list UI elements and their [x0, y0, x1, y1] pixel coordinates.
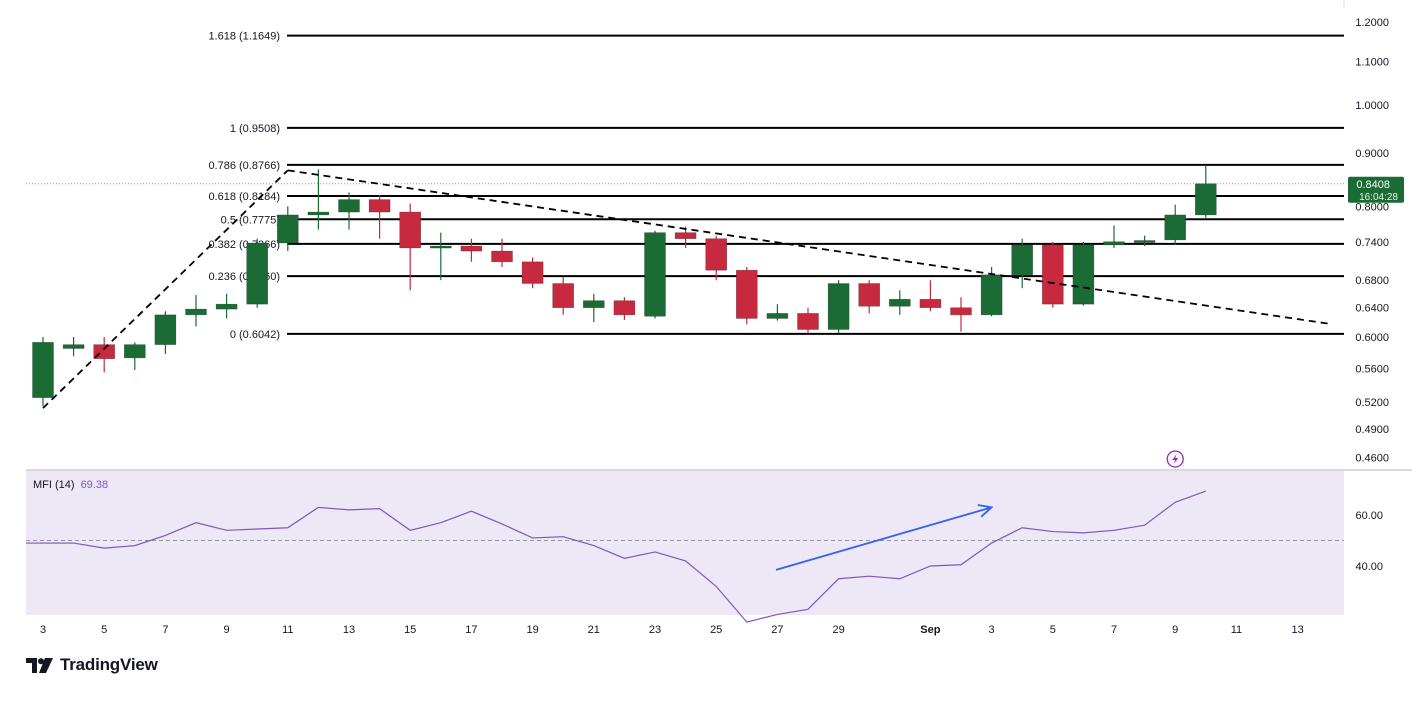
- time-tick-label: 11: [1231, 624, 1242, 636]
- candle-down: [521, 261, 544, 284]
- price-tick-label: 0.8000: [1355, 201, 1389, 213]
- candle-down: [797, 313, 819, 330]
- fibonacci-levels: 1.618 (1.1649) 1 (0.9508) 0.786 (0.8766) 0.…: [208, 31, 1344, 341]
- candle-up: [338, 199, 360, 213]
- candle-down: [950, 307, 972, 316]
- candle-down: [552, 283, 575, 308]
- price-tick-label: 0.4900: [1355, 424, 1389, 436]
- time-tick-label: 19: [526, 624, 538, 636]
- candle-up: [215, 303, 238, 310]
- candle-down: [674, 232, 697, 239]
- mfi-background: [26, 471, 1344, 615]
- candle-down: [705, 238, 728, 271]
- time-tick-label: 21: [588, 624, 600, 636]
- candle-up: [1103, 241, 1125, 246]
- candle-up: [582, 300, 605, 308]
- price-tick-label: 0.6800: [1355, 275, 1389, 287]
- price-axis: 1.2000 1.1000 1.0000 0.9000 0.8000 0.7400 0.68…: [1166, 17, 1389, 468]
- fib-level-label: 0.236 (0.6860): [208, 271, 280, 283]
- time-tick-label: 5: [101, 624, 107, 636]
- price-tag-countdown: 16:04:28: [1359, 192, 1398, 203]
- price-tick-label: 0.4600: [1355, 453, 1389, 465]
- last-price-tag: 0.840816:04:28: [1348, 176, 1404, 203]
- mfi-panel: 60.00 40.00: [26, 469, 1412, 623]
- candle-up: [827, 283, 850, 330]
- time-tick-label: 15: [404, 624, 416, 636]
- candle-down: [735, 269, 758, 319]
- candle-up: [1133, 240, 1156, 243]
- time-tick-label: 23: [649, 624, 661, 636]
- time-tick-label: 29: [832, 624, 844, 636]
- time-tick-label: 3: [40, 624, 46, 636]
- candle-down: [919, 298, 942, 308]
- fib-level-label: 0.786 (0.8766): [208, 160, 280, 172]
- candlestick-chart: 1.618 (1.1649) 1 (0.9508) 0.786 (0.8766) 0.…: [26, 0, 1412, 636]
- fib-level-label: 0.5 (0.7775): [221, 214, 280, 226]
- candle-up: [62, 344, 85, 349]
- brand-logo[interactable]: TradingView: [26, 655, 158, 675]
- price-tick-label: 1.0000: [1355, 100, 1389, 112]
- chart-root: 1.618 (1.1649) 1 (0.9508) 0.786 (0.8766) 0.…: [0, 0, 1412, 714]
- time-tick-label: 7: [162, 624, 168, 636]
- mfi-tick-label: 60.00: [1355, 510, 1383, 522]
- time-tick-label: 27: [771, 624, 783, 636]
- candle-up: [1164, 214, 1186, 241]
- candle-up: [1195, 183, 1217, 216]
- candle-up: [154, 314, 177, 345]
- price-tick-label: 0.7400: [1355, 237, 1389, 249]
- time-tick-label: Sep: [920, 624, 940, 636]
- candle-up: [307, 211, 330, 216]
- candle-down: [1042, 244, 1064, 305]
- time-tick-label: 3: [989, 624, 995, 636]
- candle-down: [491, 250, 513, 263]
- price-tag-value: 0.8408: [1356, 179, 1390, 191]
- candle-up: [1011, 244, 1034, 276]
- candle-up: [32, 342, 54, 398]
- price-tick-label: 0.6000: [1355, 332, 1389, 344]
- time-tick-label: 9: [224, 624, 230, 636]
- time-tick-label: 11: [282, 624, 293, 636]
- price-tick-label: 0.5200: [1355, 397, 1389, 409]
- candle-up: [276, 214, 299, 244]
- candle-up: [644, 232, 666, 317]
- fib-level-label: 0 (0.6042): [230, 329, 280, 341]
- fib-level-label: 1 (0.9508): [230, 123, 280, 135]
- time-tick-label: 13: [1291, 624, 1303, 636]
- fib-level-label: 1.618 (1.1649): [208, 31, 280, 43]
- mfi-tick-label: 40.00: [1355, 561, 1383, 573]
- candle-down: [613, 300, 636, 316]
- candle-up: [766, 313, 789, 319]
- time-axis: 3 5 7 9 11 13 15 17 19 21 23 25 27 29 Sep 3 5 7 9 11 13: [40, 624, 1304, 636]
- candle-up: [246, 242, 268, 305]
- candle-up: [429, 245, 452, 249]
- price-tick-label: 0.6400: [1355, 303, 1389, 315]
- candle-up: [980, 274, 1003, 316]
- price-tick-label: 1.1000: [1355, 57, 1389, 69]
- time-tick-label: 9: [1172, 624, 1178, 636]
- candle-down: [399, 211, 422, 249]
- trendlines: [42, 169, 1329, 409]
- mfi-title: MFI (14): [33, 479, 75, 491]
- brand-name: TradingView: [60, 655, 158, 674]
- mfi-legend: MFI (14) 69.38: [33, 479, 108, 491]
- price-tick-label: 0.5600: [1355, 363, 1389, 375]
- time-tick-label: 5: [1050, 624, 1056, 636]
- time-tick-label: 17: [465, 624, 477, 636]
- candle-down: [858, 283, 881, 307]
- tradingview-logo-icon: [26, 657, 53, 673]
- price-tick-label: 1.2000: [1355, 17, 1389, 29]
- fib-level-label: 0.382 (0.7366): [208, 239, 280, 251]
- candle-up: [1072, 244, 1095, 305]
- candle-up: [185, 308, 207, 316]
- mfi-value: 69.38: [80, 479, 109, 491]
- candle-down: [368, 199, 391, 213]
- price-tick-label: 0.9000: [1355, 148, 1389, 160]
- candle-up: [888, 298, 911, 307]
- time-tick-label: 13: [343, 624, 355, 636]
- time-tick-label: 25: [710, 624, 722, 636]
- candle-down: [460, 245, 483, 252]
- fib-level-label: 0.618 (0.8184): [208, 191, 280, 203]
- candle-up: [124, 344, 146, 359]
- time-tick-label: 7: [1111, 624, 1117, 636]
